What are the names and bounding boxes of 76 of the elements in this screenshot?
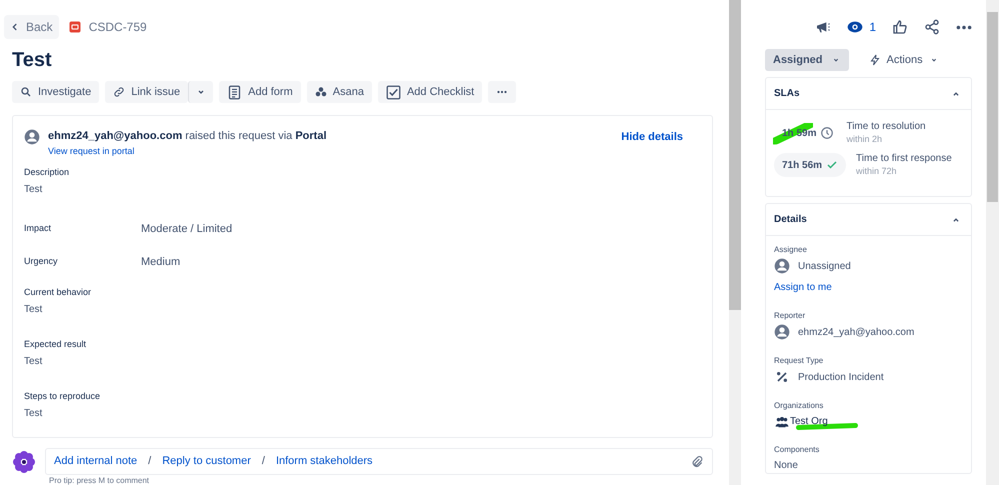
- clock-icon: [820, 126, 834, 140]
- share-icon: [924, 19, 940, 35]
- hide-details-link[interactable]: Hide details: [621, 129, 683, 146]
- field-value: Test: [24, 184, 44, 196]
- field-value: Test: [24, 356, 44, 368]
- paperclip-icon: [690, 454, 704, 468]
- status-dropdown[interactable]: Assigned: [765, 49, 849, 71]
- comment-action-link[interactable]: Reply to customer: [162, 453, 251, 470]
- field-value: Production Incident: [798, 370, 884, 384]
- field-value: Test: [24, 304, 44, 316]
- avatar-icon: [774, 324, 790, 340]
- lightning-icon: [868, 54, 881, 66]
- three-dots-cluster-icon: [314, 86, 327, 98]
- flower-avatar-icon: [12, 450, 36, 474]
- field-label: Reporter: [774, 311, 806, 321]
- field-value: Medium: [141, 254, 180, 270]
- scrollbar-thumb[interactable]: [729, 0, 741, 310]
- toolbar-button[interactable]: Add Checklist: [378, 81, 482, 103]
- field-label: Components: [774, 445, 820, 455]
- scrollbar-thumb[interactable]: [987, 12, 998, 202]
- panel-title: Details: [774, 213, 807, 227]
- toolbar-button[interactable]: Link issue: [105, 81, 188, 103]
- sla-name: Time to resolution: [846, 120, 926, 133]
- field-label: Request Type: [774, 356, 824, 366]
- separator-slash: /: [148, 454, 152, 470]
- field-label: Description: [24, 166, 70, 178]
- eye-icon: [847, 19, 864, 35]
- comment-action-link[interactable]: Inform stakeholders: [276, 453, 373, 470]
- toolbar-button[interactable]: Add form: [219, 81, 301, 103]
- field-value: None: [774, 459, 799, 473]
- sla-timer: 71h 56m: [774, 153, 846, 177]
- thumbs-up-icon: [892, 19, 908, 35]
- checkmark-icon: [826, 159, 838, 171]
- panel-title: SLAs: [774, 87, 800, 101]
- link-icon: [113, 86, 126, 98]
- field-label: Impact: [24, 222, 52, 236]
- organization-tag[interactable]: Test Org: [790, 414, 834, 429]
- more-button[interactable]: [488, 81, 516, 103]
- assign-to-me-link[interactable]: Assign to me: [774, 280, 832, 295]
- field-label: Expected result: [24, 338, 88, 350]
- issue-key-link[interactable]: CSDC-759: [68, 18, 147, 36]
- search-icon: [20, 86, 32, 98]
- sla-goal: within 72h: [856, 165, 898, 178]
- field-label: Steps to reproduce: [24, 390, 102, 402]
- field-label: Current behavior: [24, 286, 92, 298]
- field-label: Organizations: [774, 401, 824, 411]
- people-icon: [774, 414, 790, 428]
- comment-action-link[interactable]: Add internal note: [54, 453, 138, 470]
- toolbar-button[interactable]: Asana: [306, 81, 372, 103]
- sla-goal: within 2h: [846, 133, 883, 146]
- issue-title: Test: [12, 48, 53, 73]
- view-portal-link[interactable]: View request in portal: [48, 145, 134, 158]
- dropdown-button[interactable]: [188, 81, 214, 103]
- field-value: ehmz24_yah@yahoo.com: [798, 326, 914, 340]
- field-label: Assignee: [774, 245, 808, 255]
- avatar-icon: [24, 129, 40, 145]
- watchers-button[interactable]: 1: [847, 18, 876, 36]
- back-button[interactable]: Back: [4, 15, 59, 39]
- form-icon: [227, 84, 242, 100]
- sla-timer: 1h 59m: [774, 121, 836, 145]
- actions-dropdown[interactable]: Actions: [862, 49, 945, 71]
- field-value: Unassigned: [798, 260, 851, 274]
- issue-type-icon: [68, 21, 81, 33]
- toolbar-button[interactable]: Investigate: [12, 81, 100, 103]
- field-value: Test: [24, 408, 44, 420]
- request-summary: ehmz24_yah@yahoo.com raised this request via Portal: [48, 129, 328, 143]
- separator-slash: /: [262, 454, 265, 470]
- percent-icon: [774, 369, 790, 385]
- sla-name: Time to first response: [856, 152, 952, 165]
- field-value: Moderate / Limited: [141, 222, 232, 237]
- avatar-icon: [774, 258, 790, 274]
- field-label: Urgency: [24, 255, 59, 268]
- comment-box[interactable]: Add internal note / Reply to customer / Inform stakeholders: [45, 448, 713, 475]
- more-icon: [956, 24, 972, 30]
- pro-tip-text: Pro tip: press M to comment: [49, 476, 150, 485]
- checkbox-icon: [386, 84, 401, 100]
